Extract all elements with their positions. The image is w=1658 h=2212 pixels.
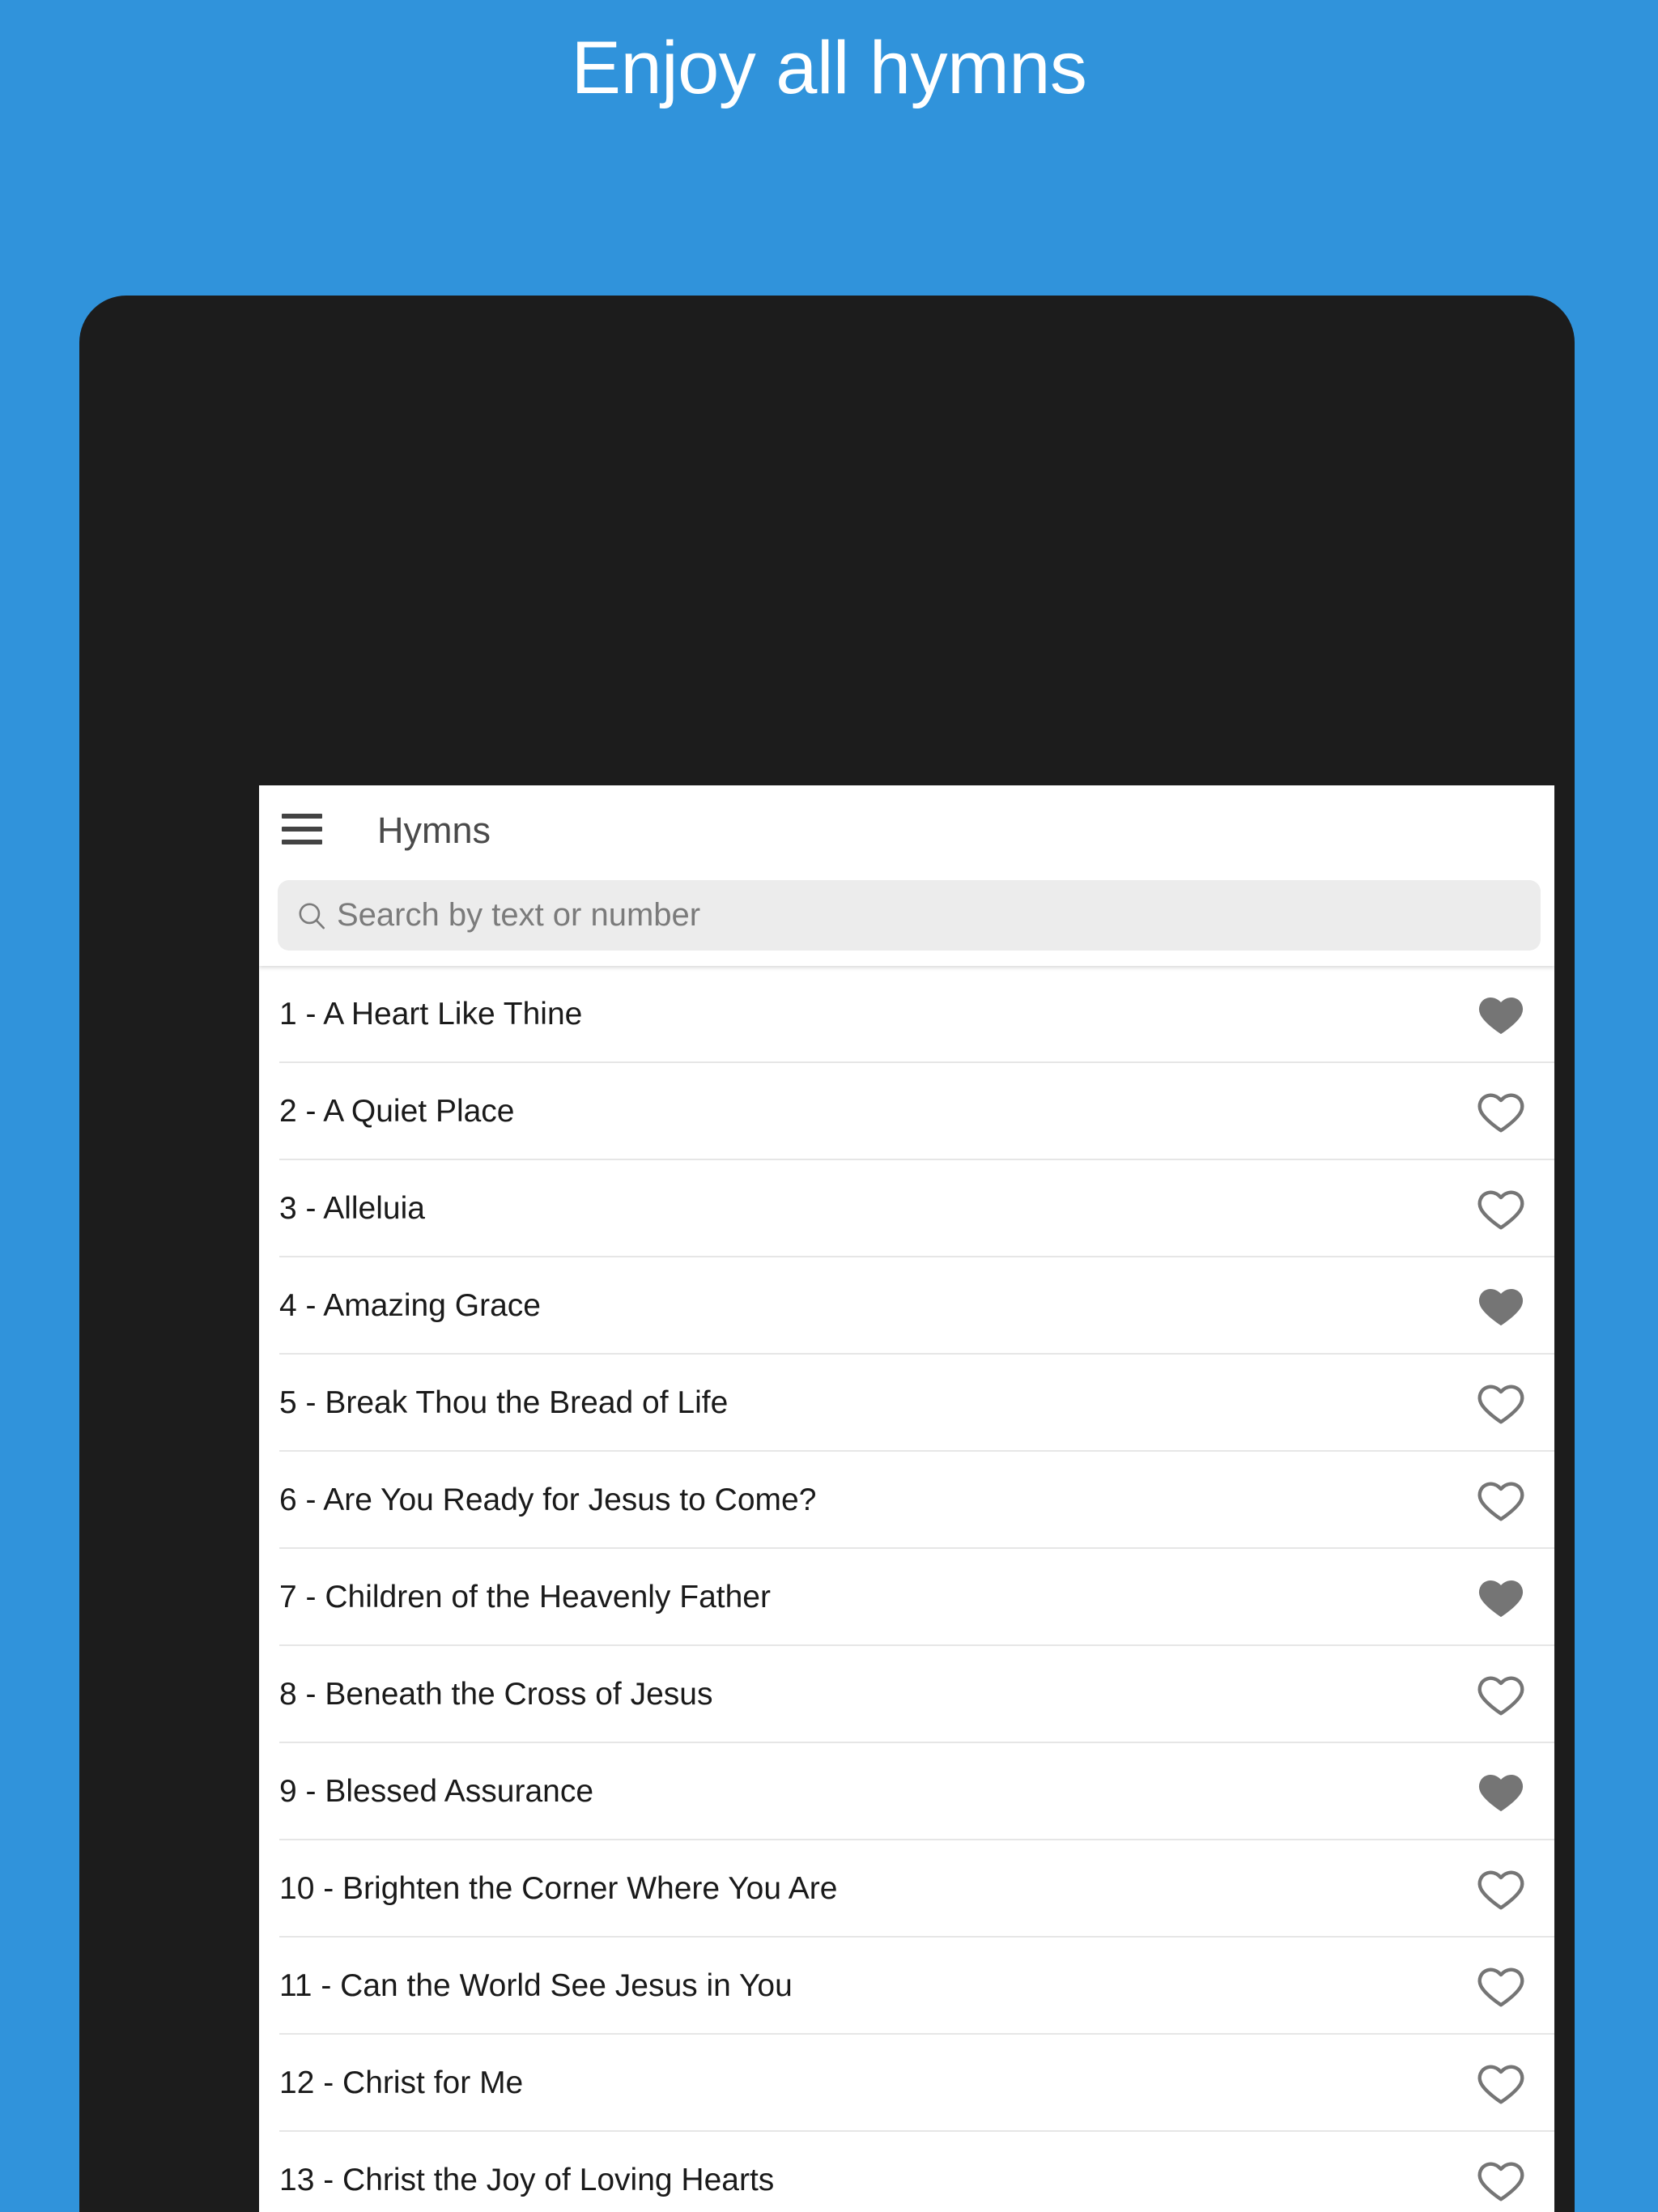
hymn-title: 5 - Break Thou the Bread of Life — [279, 1385, 729, 1420]
hamburger-bar-3 — [282, 840, 322, 844]
hymn-list-item[interactable]: 2 - A Quiet Place — [259, 1063, 1554, 1160]
hymn-list-item[interactable]: 9 - Blessed Assurance — [259, 1743, 1554, 1840]
heart-outline-icon[interactable] — [1472, 1665, 1530, 1724]
heart-outline-icon[interactable] — [1472, 1471, 1530, 1529]
app-bar-title: Hymns — [377, 810, 491, 851]
hymn-list-item[interactable]: 3 - Alleluia — [259, 1160, 1554, 1257]
search-icon — [295, 899, 329, 933]
hymn-title: 8 - Beneath the Cross of Jesus — [279, 1677, 713, 1712]
hymn-title: 6 - Are You Ready for Jesus to Come? — [279, 1482, 817, 1517]
promo-screenshot: Enjoy all hymns Hymns Search by text or … — [0, 0, 1658, 2212]
hymn-title: 12 - Christ for Me — [279, 2065, 524, 2100]
hymn-list[interactable]: 1 - A Heart Like Thine 2 - A Quiet Place 3… — [259, 966, 1554, 2212]
heart-outline-icon[interactable] — [1472, 2151, 1530, 2210]
hamburger-bar-2 — [282, 827, 322, 832]
hymn-list-item[interactable]: 4 - Amazing Grace — [259, 1257, 1554, 1355]
hymn-title: 1 - A Heart Like Thine — [279, 997, 583, 1032]
hamburger-menu-icon[interactable] — [282, 814, 322, 844]
hymn-list-item[interactable]: 1 - A Heart Like Thine — [259, 966, 1554, 1063]
hymn-list-item[interactable]: 13 - Christ the Joy of Loving Hearts — [259, 2132, 1554, 2212]
hymn-list-item[interactable]: 12 - Christ for Me — [259, 2035, 1554, 2132]
hymn-list-item[interactable]: 10 - Brighten the Corner Where You Are — [259, 1840, 1554, 1938]
page-title: Enjoy all hymns — [571, 27, 1087, 109]
heart-filled-icon[interactable] — [1472, 1763, 1530, 1821]
heart-outline-icon[interactable] — [1472, 1180, 1530, 1238]
search-input[interactable]: Search by text or number — [278, 880, 1541, 951]
hymn-title: 4 - Amazing Grace — [279, 1288, 541, 1323]
hymn-title: 7 - Children of the Heavenly Father — [279, 1580, 771, 1614]
hymn-title: 9 - Blessed Assurance — [279, 1774, 594, 1809]
heart-outline-icon[interactable] — [1472, 2054, 1530, 2112]
app-screen: Hymns Search by text or number 1 - A Hea… — [259, 785, 1554, 2212]
hymn-title: 2 - A Quiet Place — [279, 1094, 515, 1129]
hymn-list-item[interactable]: 6 - Are You Ready for Jesus to Come? — [259, 1452, 1554, 1549]
hymn-list-item[interactable]: 8 - Beneath the Cross of Jesus — [259, 1646, 1554, 1743]
hymn-title: 13 - Christ the Joy of Loving Hearts — [279, 2163, 775, 2197]
heart-filled-icon[interactable] — [1472, 1568, 1530, 1627]
hymn-list-item[interactable]: 11 - Can the World See Jesus in You — [259, 1938, 1554, 2035]
hymn-list-item[interactable]: 5 - Break Thou the Bread of Life — [259, 1355, 1554, 1452]
heart-outline-icon[interactable] — [1472, 1374, 1530, 1432]
hamburger-bar-1 — [282, 814, 322, 819]
app-bar: Hymns Search by text or number — [259, 785, 1554, 966]
heart-filled-icon[interactable] — [1472, 985, 1530, 1044]
hymn-title: 10 - Brighten the Corner Where You Are — [279, 1871, 838, 1906]
heart-filled-icon[interactable] — [1472, 1277, 1530, 1335]
search-placeholder: Search by text or number — [337, 897, 701, 933]
hymn-title: 11 - Can the World See Jesus in You — [279, 1968, 793, 2003]
heart-outline-icon[interactable] — [1472, 1957, 1530, 2015]
hymn-list-item[interactable]: 7 - Children of the Heavenly Father — [259, 1549, 1554, 1646]
hymn-title: 3 - Alleluia — [279, 1191, 425, 1226]
app-bar-top-row: Hymns — [259, 785, 1554, 876]
heart-outline-icon[interactable] — [1472, 1083, 1530, 1141]
heart-outline-icon[interactable] — [1472, 1860, 1530, 1918]
device-frame: Hymns Search by text or number 1 - A Hea… — [79, 296, 1575, 2212]
